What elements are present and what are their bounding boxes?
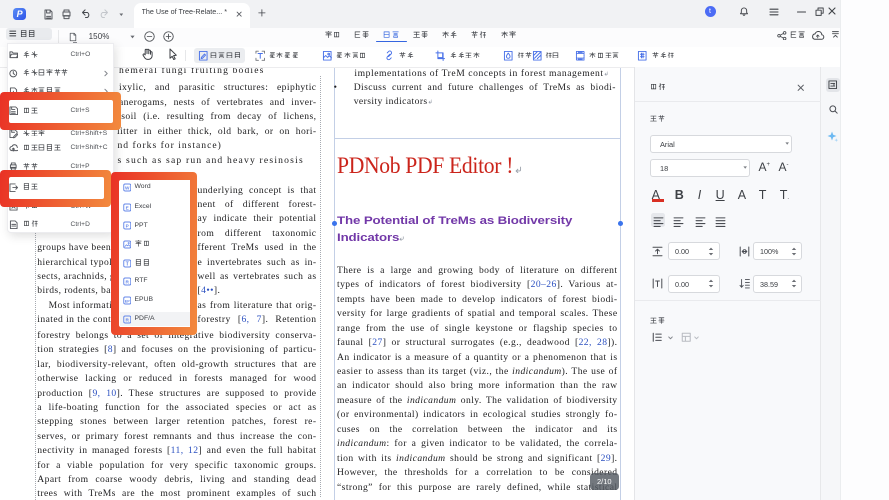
- svg-text:W: W: [125, 186, 130, 192]
- svg-text:R: R: [125, 317, 129, 323]
- svg-text:EP: EP: [125, 299, 130, 303]
- svg-text:R: R: [125, 279, 129, 285]
- svg-text:P: P: [125, 224, 128, 230]
- svg-text:E: E: [125, 205, 128, 211]
